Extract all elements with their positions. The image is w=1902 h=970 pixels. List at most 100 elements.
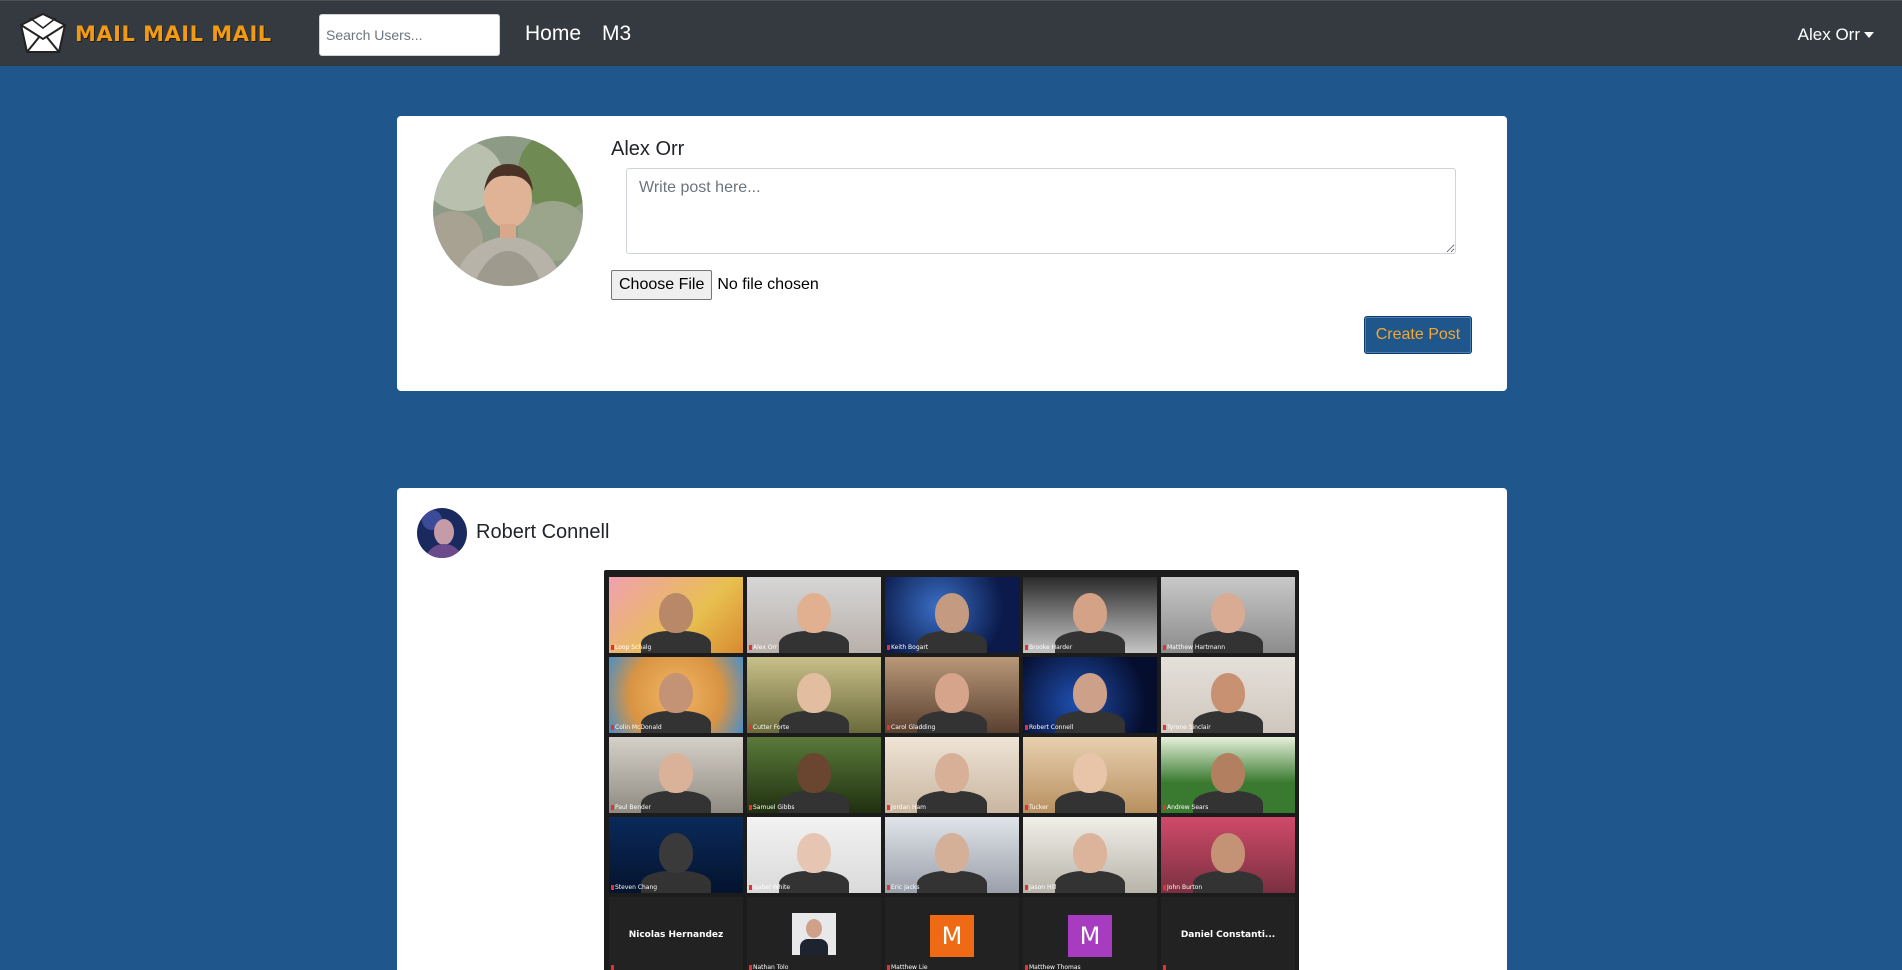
muted-mic-icon: [611, 645, 614, 650]
video-tile: Colin McDonald: [609, 657, 743, 733]
participant-name: Isabel White: [753, 884, 791, 891]
muted-mic-icon: [749, 725, 752, 730]
participant-name: Samuel Gibbs: [753, 804, 795, 811]
muted-mic-icon: [1025, 885, 1028, 890]
participant-name: Matthew Thomas: [1029, 964, 1081, 970]
video-tile: Samuel Gibbs: [747, 737, 881, 813]
nav-m3-link[interactable]: M3: [602, 22, 631, 46]
video-tile: Andrew Sears: [1161, 737, 1295, 813]
participant-name: Cutter Forte: [753, 724, 790, 731]
feed-post-card: Robert Connell Loop Schalg Alex Orr Keith …: [397, 488, 1507, 970]
video-tile-no-camera: Nicolas Hernandez: [609, 897, 743, 970]
participant-name: Robert Connell: [1029, 724, 1074, 731]
brand-name: MAIL MAIL MAIL: [75, 22, 272, 46]
choose-file-button[interactable]: Choose File: [611, 270, 713, 300]
muted-mic-icon: [611, 725, 614, 730]
participant-name: Tucker: [1029, 804, 1049, 811]
top-navbar: MAIL MAIL MAIL Home M3 Alex Orr: [0, 0, 1902, 66]
participant-name: Alex Orr: [753, 644, 778, 651]
author-avatar[interactable]: [417, 508, 467, 558]
composer-avatar: [433, 136, 583, 286]
video-tile: Matthew Hartmann: [1161, 577, 1295, 653]
video-tile: Loop Schalg: [609, 577, 743, 653]
video-tile: Jordan Ham: [885, 737, 1019, 813]
video-tile-no-camera: M Matthew Lie: [885, 897, 1019, 970]
nav-home-link[interactable]: Home: [525, 22, 581, 46]
user-dropdown-label: Alex Orr: [1797, 25, 1860, 44]
muted-mic-icon: [887, 805, 890, 810]
muted-mic-icon: [887, 725, 890, 730]
video-tile: Carol Gladding: [885, 657, 1019, 733]
participant-name: Colin McDonald: [615, 724, 662, 731]
participant-name: Nathan Tolo: [753, 964, 789, 970]
muted-mic-icon: [1025, 805, 1028, 810]
participant-name: Carol Gladding: [891, 724, 936, 731]
participant-name: Keith Bogart: [891, 644, 929, 651]
muted-mic-icon: [1163, 885, 1166, 890]
participant-name: Steven Chang: [615, 884, 658, 891]
post-composer-card: Alex Orr Choose File No file chosen Crea…: [397, 116, 1507, 391]
video-tile: Isabel White: [747, 817, 881, 893]
search-users-input[interactable]: [319, 14, 500, 56]
participant-name: Jason Hill: [1029, 884, 1057, 891]
participant-name: Eric Jacks: [891, 884, 920, 891]
video-tile: Jason Hill: [1023, 817, 1157, 893]
muted-mic-icon: [887, 965, 890, 970]
muted-mic-icon: [611, 965, 614, 970]
participant-name: Paul Bender: [615, 804, 651, 811]
participant-name: Andrew Sears: [1167, 804, 1209, 811]
video-tile: John Burton: [1161, 817, 1295, 893]
video-tile: Alex Orr: [747, 577, 881, 653]
muted-mic-icon: [749, 805, 752, 810]
participant-name: Brooke Harder: [1029, 644, 1073, 651]
muted-mic-icon: [611, 885, 614, 890]
participant-display-name: Nicolas Hernandez: [628, 930, 724, 940]
video-tile: Robert Connell: [1023, 657, 1157, 733]
muted-mic-icon: [1025, 965, 1028, 970]
composer-user-name: Alex Orr: [611, 138, 685, 160]
post-image-video-call-grid[interactable]: Loop Schalg Alex Orr Keith Bogart Brooke Ha…: [604, 570, 1299, 970]
user-dropdown[interactable]: Alex Orr: [1798, 25, 1874, 45]
muted-mic-icon: [749, 885, 752, 890]
participant-name: Loop Schalg: [615, 644, 652, 651]
create-post-button[interactable]: Create Post: [1364, 316, 1472, 354]
muted-mic-icon: [1025, 725, 1028, 730]
brand-link[interactable]: MAIL MAIL MAIL: [18, 11, 272, 57]
video-tile: Brooke Harder: [1023, 577, 1157, 653]
participant-name: Matthew Lie: [891, 964, 928, 970]
file-status-text: No file chosen: [717, 276, 819, 293]
participant-initial-avatar: M: [1068, 915, 1112, 957]
muted-mic-icon: [749, 965, 752, 970]
muted-mic-icon: [749, 645, 752, 650]
video-tile-no-camera: Daniel Constanti...: [1161, 897, 1295, 970]
video-tile: Eric Jacks: [885, 817, 1019, 893]
participant-name: Tyrone Sinclair: [1167, 724, 1211, 731]
video-tile: Paul Bender: [609, 737, 743, 813]
envelope-logo-icon: [19, 12, 67, 53]
muted-mic-icon: [887, 645, 890, 650]
participant-name: John Burton: [1167, 884, 1203, 891]
caret-down-icon: [1864, 32, 1874, 38]
video-tile: Steven Chang: [609, 817, 743, 893]
video-tile-no-camera: M Matthew Thomas: [1023, 897, 1157, 970]
participant-initial-avatar: M: [930, 915, 974, 957]
video-tile: Keith Bogart: [885, 577, 1019, 653]
file-upload: Choose File No file chosen: [611, 270, 819, 300]
video-tile: Tyrone Sinclair: [1161, 657, 1295, 733]
post-text-input[interactable]: [626, 168, 1456, 254]
muted-mic-icon: [1163, 725, 1166, 730]
video-tile: Tucker: [1023, 737, 1157, 813]
participant-display-name: Daniel Constanti...: [1180, 930, 1276, 940]
video-tile-no-camera: Nathan Tolo: [747, 897, 881, 970]
muted-mic-icon: [1025, 645, 1028, 650]
muted-mic-icon: [1163, 805, 1166, 810]
participant-name: Jordan Ham: [891, 804, 927, 811]
muted-mic-icon: [611, 805, 614, 810]
muted-mic-icon: [1163, 645, 1166, 650]
participant-photo: [792, 913, 836, 955]
muted-mic-icon: [887, 885, 890, 890]
muted-mic-icon: [1163, 965, 1166, 970]
participant-name: Matthew Hartmann: [1167, 644, 1226, 651]
post-author-name[interactable]: Robert Connell: [476, 521, 609, 544]
video-tile: Cutter Forte: [747, 657, 881, 733]
